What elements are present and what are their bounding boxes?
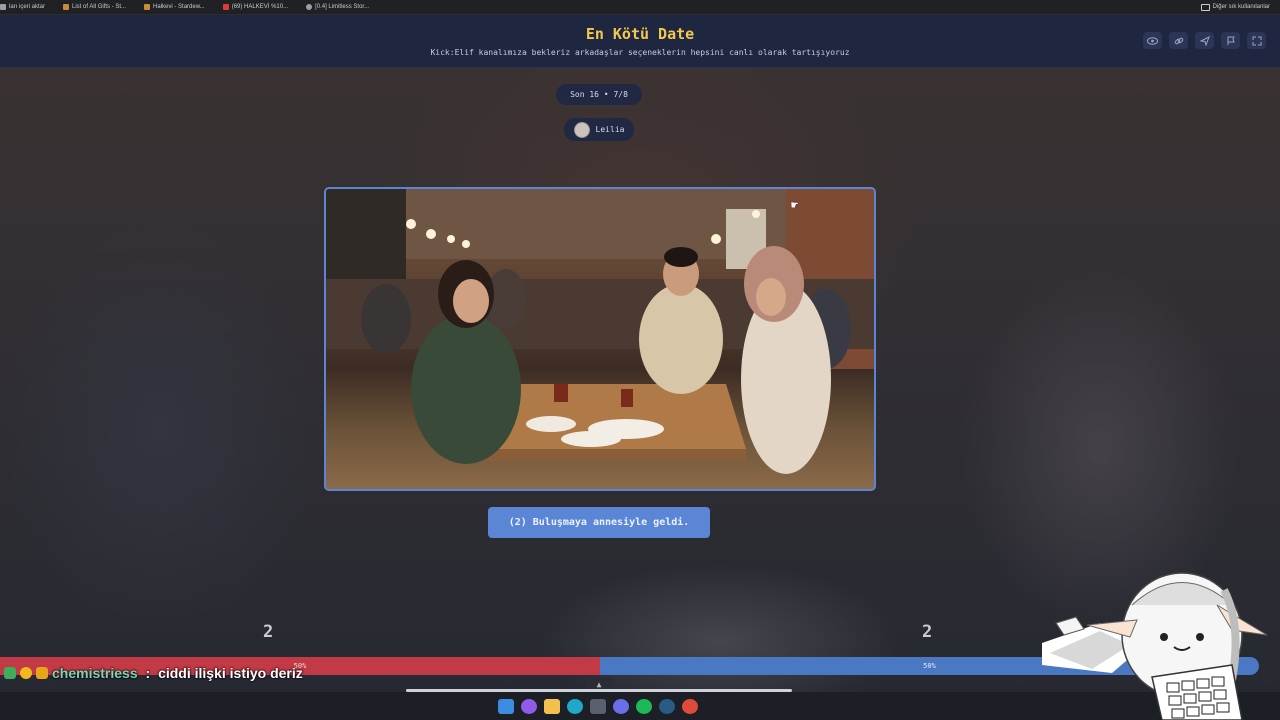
chat-text: ciddi ilişki istiyo deriz [158,665,303,681]
option-image [324,187,876,491]
header-toolbar [1143,32,1266,49]
cafe-scene-illustration [326,189,874,474]
fullscreen-icon[interactable] [1247,32,1266,49]
streamer-mascot [1042,572,1268,720]
steam-icon[interactable] [659,699,675,714]
app-header: En Kötü Date Kick:Elif kanalımıza bekler… [0,15,1280,67]
chat-separator: : [141,665,155,681]
gear-icon [306,4,313,10]
stardew-icon [144,4,151,10]
vote-count-left: 2 [263,622,274,642]
bookmark-item[interactable]: (69) HALKEVİ %10... [222,4,288,10]
stardew-icon [63,4,70,10]
import-icon [0,4,6,10]
progress-label-right: 50% [923,662,936,670]
link-icon[interactable] [1169,32,1188,49]
other-bookmarks[interactable]: Diğer sık kullanılanlar [1200,0,1270,14]
page-title: En Kötü Date [585,25,695,43]
windows-start-icon[interactable] [498,699,514,714]
folder-icon [1200,3,1210,11]
discord-icon[interactable] [613,699,629,714]
cursor-icon: ☛ [791,198,799,212]
crown-icon [36,667,48,679]
bookmark-item[interactable]: List of All Gifts - St... [63,4,126,10]
user-badge: Leilia [564,118,634,141]
bookmark-item[interactable]: ları içeri aktar [0,4,45,10]
avatar [573,121,590,138]
spotify-icon[interactable] [636,699,652,714]
edge-icon[interactable] [567,699,583,714]
send-icon[interactable] [1195,32,1214,49]
badge-icon [20,667,32,679]
bookmarks-bar: ları içeri aktar List of All Gifts - St.… [0,0,1280,15]
bookmark-item[interactable]: [0.4] Limitless Stor... [306,4,369,10]
youtube-icon [222,4,229,10]
chat-message: chemistriess : ciddi ilişki istiyo deriz [4,665,303,681]
flag-icon[interactable] [1221,32,1240,49]
eye-icon[interactable] [1143,32,1162,49]
vote-count-right: 2 [922,622,933,642]
user-name: Leilia [595,125,625,134]
copilot-icon[interactable] [521,699,537,714]
file-explorer-icon[interactable] [544,699,560,714]
page-subtitle: Kick:Elif kanalımıza bekleriz arkadaşlar… [430,48,850,57]
chat-username: chemistriess [52,665,138,681]
store-icon[interactable] [590,699,606,714]
round-indicator: Son 16 • 7/8 [556,84,642,105]
option-button[interactable]: (2) Buluşmaya annesiyle geldi. [488,507,710,538]
bookmark-item[interactable]: Halkevi - Stardew... [144,4,205,10]
chrome-icon[interactable] [682,699,698,714]
badge-icon [4,667,16,679]
